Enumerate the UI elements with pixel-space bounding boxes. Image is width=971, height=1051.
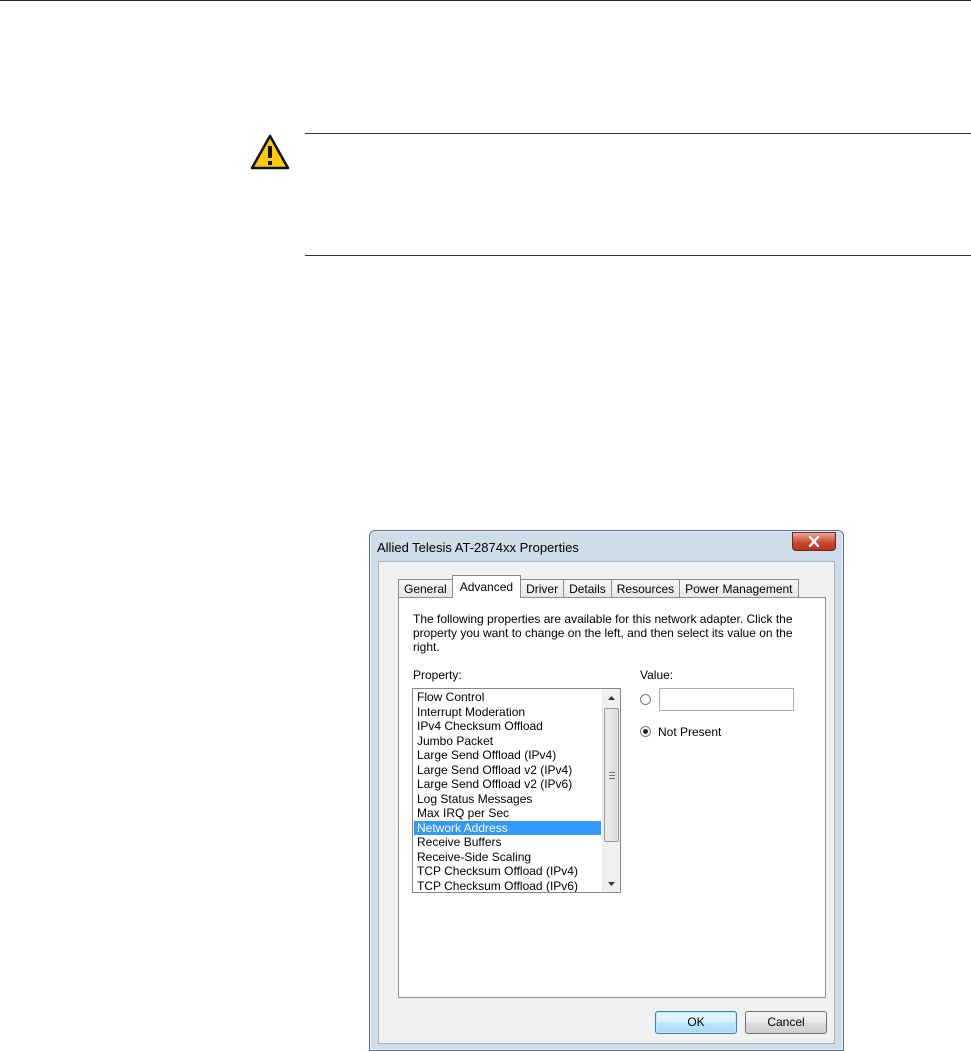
- property-list: Flow Control Interrupt Moderation IPv4 C…: [414, 690, 601, 893]
- scroll-down-arrow-icon[interactable]: [603, 875, 620, 892]
- warning-triangle-icon: [250, 134, 290, 170]
- property-label: Property:: [413, 668, 462, 682]
- page-top-rule: [0, 0, 971, 1]
- value-label: Value:: [640, 668, 674, 682]
- list-item[interactable]: Jumbo Packet: [414, 734, 601, 749]
- not-present-radio[interactable]: [640, 726, 651, 737]
- description-text: The following properties are available f…: [413, 612, 793, 654]
- close-button[interactable]: [792, 532, 836, 551]
- scroll-thumb[interactable]: [604, 708, 619, 842]
- tab-driver[interactable]: Driver: [520, 579, 565, 598]
- list-item[interactable]: Max IRQ per Sec: [414, 806, 601, 821]
- ok-button[interactable]: OK: [655, 1011, 737, 1034]
- list-item[interactable]: IPv4 Checksum Offload: [414, 719, 601, 734]
- list-item[interactable]: TCP Checksum Offload (IPv4): [414, 864, 601, 879]
- vertical-scrollbar[interactable]: [602, 689, 620, 892]
- list-item[interactable]: Large Send Offload v2 (IPv6): [414, 777, 601, 792]
- list-item[interactable]: Interrupt Moderation: [414, 705, 601, 720]
- title-bar[interactable]: Allied Telesis AT-2874xx Properties: [370, 531, 843, 561]
- grip-icon: [608, 771, 615, 779]
- list-item[interactable]: Flow Control: [414, 690, 601, 705]
- not-present-label: Not Present: [658, 725, 722, 739]
- list-item[interactable]: Log Status Messages: [414, 792, 601, 807]
- tab-details[interactable]: Details: [563, 579, 612, 598]
- value-input[interactable]: [659, 688, 794, 711]
- list-item[interactable]: TCP Checksum Offload (IPv6): [414, 879, 601, 893]
- property-listbox[interactable]: Flow Control Interrupt Moderation IPv4 C…: [412, 688, 621, 893]
- list-item-selected[interactable]: Network Address: [414, 820, 601, 835]
- dialog-title: Allied Telesis AT-2874xx Properties: [377, 540, 579, 555]
- tab-general[interactable]: General: [398, 579, 453, 598]
- caution-top-rule: [305, 133, 971, 134]
- close-icon: [808, 536, 820, 547]
- list-item[interactable]: Large Send Offload v2 (IPv4): [414, 763, 601, 778]
- tab-strip: General Advanced Driver Details Resource…: [398, 575, 799, 598]
- tab-resources[interactable]: Resources: [610, 579, 681, 598]
- tab-power-management[interactable]: Power Management: [679, 579, 799, 598]
- scroll-up-arrow-icon[interactable]: [603, 689, 620, 706]
- tab-advanced[interactable]: Advanced: [451, 575, 522, 598]
- caution-bottom-rule: [305, 255, 971, 256]
- value-radio[interactable]: [640, 694, 651, 705]
- cancel-button[interactable]: Cancel: [745, 1011, 827, 1034]
- list-item[interactable]: Receive-Side Scaling: [414, 850, 601, 865]
- list-item[interactable]: Receive Buffers: [414, 835, 601, 850]
- list-item[interactable]: Large Send Offload (IPv4): [414, 748, 601, 763]
